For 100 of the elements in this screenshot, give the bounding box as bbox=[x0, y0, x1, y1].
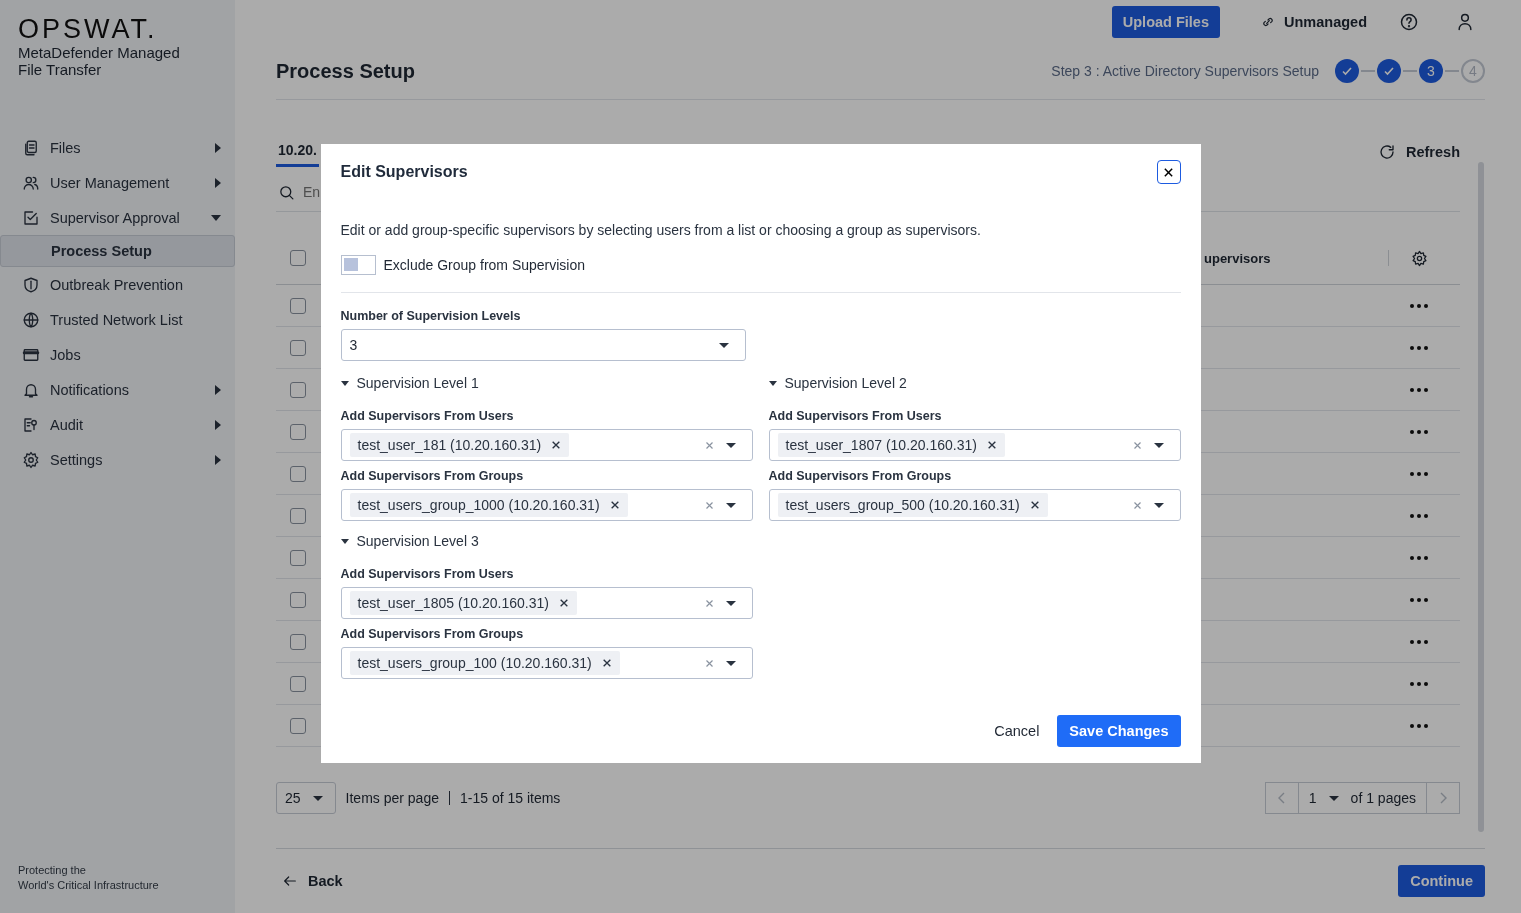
sidebar-item[interactable]: Trusted Network List bbox=[0, 302, 235, 337]
search-icon bbox=[278, 183, 295, 201]
toggle-switch[interactable] bbox=[340, 255, 376, 275]
remove-tag-button[interactable] bbox=[609, 500, 620, 510]
checkbox[interactable] bbox=[290, 381, 306, 398]
multi-select-field[interactable]: test_user_1807 (10.20.160.31) bbox=[768, 429, 1181, 461]
more-icon[interactable] bbox=[1410, 723, 1428, 728]
more-icon[interactable] bbox=[1410, 681, 1428, 686]
selected-tag: test_users_group_1000 (10.20.160.31) bbox=[349, 493, 628, 517]
settings-icon bbox=[1411, 249, 1428, 267]
remove-tag-button[interactable] bbox=[551, 440, 562, 450]
dialog-title: Edit Supervisors bbox=[340, 163, 468, 181]
back-button[interactable]: Back bbox=[276, 872, 349, 890]
page-title: Process Setup bbox=[276, 59, 416, 83]
save-changes-button[interactable]: Save Changes bbox=[1057, 715, 1181, 747]
tab[interactable]: 10.20. bbox=[276, 142, 319, 167]
selected-tag: test_users_group_500 (10.20.160.31) bbox=[777, 493, 1048, 517]
clear-icon bbox=[704, 658, 714, 668]
more-icon[interactable] bbox=[1410, 429, 1428, 434]
remove-tag-button[interactable] bbox=[559, 598, 569, 608]
continue-button[interactable]: Continue bbox=[1398, 865, 1485, 897]
section-toggle[interactable]: Supervision Level 3 bbox=[340, 533, 479, 549]
multi-select-field[interactable]: test_user_181 (10.20.160.31) bbox=[340, 429, 753, 461]
search-field[interactable]: En bbox=[303, 184, 320, 200]
more-icon[interactable] bbox=[1410, 555, 1428, 560]
multi-select-field[interactable]: test_user_1805 (10.20.160.31) bbox=[340, 587, 753, 619]
sidebar-item[interactable]: Process Setup bbox=[0, 235, 235, 267]
field-label: Add Supervisors From Groups bbox=[768, 469, 953, 483]
checkbox[interactable] bbox=[290, 297, 306, 314]
close-icon bbox=[551, 440, 562, 450]
multi-select-field[interactable]: test_users_group_1000 (10.20.160.31) bbox=[340, 489, 753, 521]
clear-icon bbox=[1132, 500, 1142, 510]
multi-select-field[interactable]: test_users_group_500 (10.20.160.31) bbox=[768, 489, 1181, 521]
sidebar-item[interactable]: Notifications bbox=[0, 372, 235, 407]
more-icon[interactable] bbox=[1410, 471, 1428, 476]
checkbox[interactable] bbox=[290, 717, 306, 734]
cancel-button[interactable]: Cancel bbox=[988, 722, 1046, 740]
close-icon bbox=[609, 500, 620, 510]
dropdown-caret-icon bbox=[1153, 442, 1164, 448]
items-per-page-label: Items per page bbox=[345, 790, 439, 806]
checkbox[interactable] bbox=[290, 507, 306, 524]
checkbox[interactable] bbox=[290, 423, 306, 440]
more-icon[interactable] bbox=[1410, 639, 1428, 644]
field-label: Add Supervisors From Groups bbox=[340, 469, 525, 483]
check-icon bbox=[1383, 65, 1395, 78]
remove-tag-button[interactable] bbox=[601, 658, 612, 668]
dropdown-caret-icon bbox=[725, 442, 736, 448]
checkbox[interactable] bbox=[290, 465, 306, 482]
checkbox[interactable] bbox=[290, 591, 306, 608]
remove-tag-button[interactable] bbox=[1029, 500, 1040, 510]
scrollbar[interactable] bbox=[1478, 162, 1484, 832]
checkbox[interactable] bbox=[290, 675, 306, 692]
status-label: Unmanaged bbox=[1284, 13, 1367, 30]
settings-icon bbox=[22, 450, 40, 469]
more-icon[interactable] bbox=[1410, 345, 1428, 350]
field-label: Add Supervisors From Groups bbox=[340, 627, 525, 641]
refresh-button[interactable]: Refresh bbox=[1378, 143, 1460, 167]
section-toggle[interactable]: Supervision Level 2 bbox=[768, 375, 907, 391]
field-label: Add Supervisors From Users bbox=[768, 409, 943, 423]
globe-icon bbox=[22, 310, 40, 329]
sidebar-item[interactable]: Supervisor Approval bbox=[0, 200, 235, 235]
dropdown-caret-icon bbox=[725, 502, 736, 508]
checkbox[interactable] bbox=[290, 633, 306, 650]
shield-icon bbox=[22, 275, 40, 294]
checkbox[interactable] bbox=[290, 250, 306, 266]
arrow-left-icon bbox=[282, 873, 298, 889]
field-label: Add Supervisors From Users bbox=[340, 409, 515, 423]
multi-select-field[interactable]: test_users_group_100 (10.20.160.31) bbox=[340, 647, 753, 679]
dropdown-caret-icon bbox=[725, 660, 736, 666]
clear-icon bbox=[704, 598, 714, 608]
close-icon bbox=[987, 440, 997, 450]
selected-tag: test_user_181 (10.20.160.31) bbox=[349, 433, 570, 457]
selected-tag: test_user_1807 (10.20.160.31) bbox=[777, 433, 1005, 457]
close-icon bbox=[559, 598, 569, 608]
remove-tag-button[interactable] bbox=[987, 440, 997, 450]
section-toggle[interactable]: Supervision Level 1 bbox=[340, 375, 479, 391]
checklist-icon bbox=[22, 208, 40, 227]
column-header: upervisors bbox=[1204, 250, 1271, 266]
checkbox[interactable] bbox=[290, 339, 306, 356]
sidebar-item[interactable]: Audit bbox=[0, 407, 235, 442]
sidebar-item[interactable]: User Management bbox=[0, 165, 235, 200]
sidebar-item[interactable]: Files bbox=[0, 130, 235, 165]
clear-icon bbox=[1132, 440, 1142, 450]
more-icon[interactable] bbox=[1410, 597, 1428, 602]
close-button[interactable] bbox=[1156, 160, 1181, 184]
more-icon[interactable] bbox=[1410, 513, 1428, 518]
tagline: Protecting the World's Critical Infrastructure bbox=[17, 863, 160, 893]
page-size-select[interactable]: 25 bbox=[276, 782, 336, 814]
more-icon[interactable] bbox=[1410, 387, 1428, 392]
user-icon bbox=[1455, 11, 1475, 32]
checkbox[interactable] bbox=[290, 549, 306, 566]
sidebar-item[interactable]: Settings bbox=[0, 442, 235, 477]
more-icon[interactable] bbox=[1410, 303, 1428, 308]
help-icon bbox=[1399, 11, 1419, 32]
refresh-icon bbox=[1378, 143, 1396, 161]
logo: OPSWAT. bbox=[18, 14, 159, 44]
levels-select[interactable]: 3 bbox=[340, 329, 746, 361]
sidebar-item[interactable]: Outbreak Prevention bbox=[0, 267, 235, 302]
sidebar-item[interactable]: Jobs bbox=[0, 337, 235, 372]
upload-files-button[interactable]: Upload Files bbox=[1111, 5, 1220, 38]
